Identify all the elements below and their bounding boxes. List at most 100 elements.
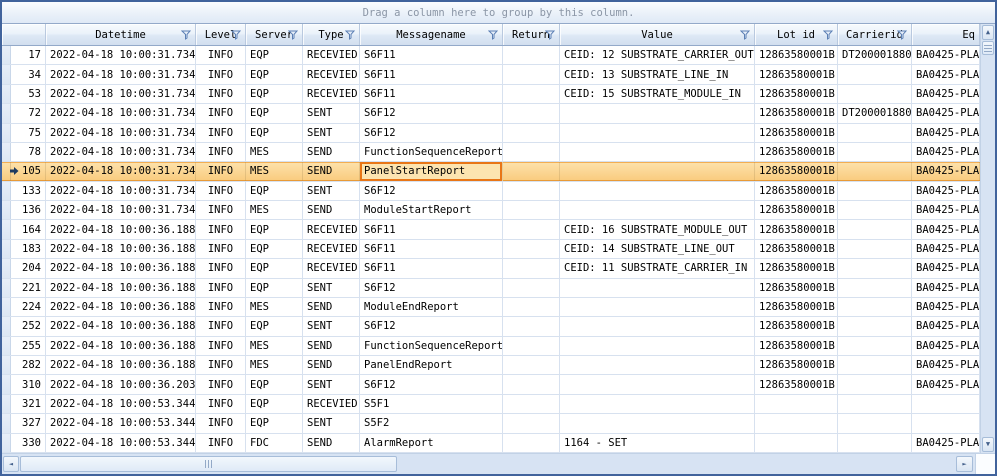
cell-type[interactable]: SENT: [303, 414, 360, 432]
cell-type[interactable]: SEND: [303, 201, 360, 219]
cell-return[interactable]: [503, 298, 560, 316]
cell-server[interactable]: MES: [246, 337, 303, 355]
cell-server[interactable]: MES: [246, 162, 303, 180]
cell-type[interactable]: SEND: [303, 162, 360, 180]
grid-row[interactable]: 1332022-04-18 10:00:31.734INFOEQPSENTS6F…: [2, 182, 980, 201]
cell-datetime[interactable]: 2022-04-18 10:00:36.188: [46, 259, 196, 277]
scroll-up-button[interactable]: ▲: [982, 25, 994, 40]
cell-value[interactable]: [560, 182, 755, 200]
cell-eq[interactable]: BA0425-PLA: [912, 104, 980, 122]
grid-row[interactable]: 722022-04-18 10:00:31.734INFOEQPSENTS6F1…: [2, 104, 980, 123]
cell-datetime[interactable]: 2022-04-18 10:00:31.734: [46, 143, 196, 161]
cell-level[interactable]: INFO: [196, 85, 246, 103]
cell-carrierid[interactable]: DT200001880: [838, 104, 912, 122]
cell-level[interactable]: INFO: [196, 337, 246, 355]
cell-return[interactable]: [503, 375, 560, 393]
cell-type[interactable]: SENT: [303, 317, 360, 335]
filter-icon[interactable]: [740, 30, 751, 40]
cell-datetime[interactable]: 2022-04-18 10:00:31.734: [46, 85, 196, 103]
cell-value[interactable]: CEID: 12 SUBSTRATE_CARRIER_OUT: [560, 46, 755, 64]
cell-carrierid[interactable]: [838, 375, 912, 393]
cell-messagename[interactable]: AlarmReport: [360, 434, 503, 452]
cell-server[interactable]: EQP: [246, 104, 303, 122]
cell-type[interactable]: SEND: [303, 356, 360, 374]
cell-return[interactable]: [503, 201, 560, 219]
cell-level[interactable]: INFO: [196, 124, 246, 142]
cell-type[interactable]: SENT: [303, 375, 360, 393]
cell-messagename[interactable]: S6F11: [360, 220, 503, 238]
grid-row[interactable]: 2042022-04-18 10:00:36.188INFOEQPRECEVIE…: [2, 259, 980, 278]
vertical-scrollbar-thumb[interactable]: [982, 41, 994, 55]
cell-messagename[interactable]: FunctionSequenceReport: [360, 143, 503, 161]
cell-messagename[interactable]: S6F12: [360, 317, 503, 335]
cell-type[interactable]: SEND: [303, 298, 360, 316]
cell-value[interactable]: [560, 298, 755, 316]
cell-return[interactable]: [503, 162, 560, 180]
cell-messagename[interactable]: S5F2: [360, 414, 503, 432]
cell-server[interactable]: EQP: [246, 279, 303, 297]
cell-lotid[interactable]: 12863580001B: [755, 46, 838, 64]
cell-datetime[interactable]: 2022-04-18 10:00:36.203: [46, 375, 196, 393]
header-cell-lotid[interactable]: Lot id: [755, 24, 838, 45]
cell-messagename[interactable]: PanelEndReport: [360, 356, 503, 374]
grid-row[interactable]: 1832022-04-18 10:00:36.188INFOEQPRECEVIE…: [2, 240, 980, 259]
cell-datetime[interactable]: 2022-04-18 10:00:53.344: [46, 395, 196, 413]
cell-return[interactable]: [503, 65, 560, 83]
cell-type[interactable]: RECEVIED: [303, 85, 360, 103]
cell-level[interactable]: INFO: [196, 317, 246, 335]
cell-return[interactable]: [503, 104, 560, 122]
cell-server[interactable]: EQP: [246, 85, 303, 103]
vertical-scrollbar[interactable]: ▲ ▼: [980, 24, 995, 453]
cell-server[interactable]: EQP: [246, 259, 303, 277]
cell-messagename[interactable]: PanelStartReport: [360, 162, 503, 180]
header-cell-type[interactable]: Type: [303, 24, 360, 45]
cell-messagename[interactable]: ModuleEndReport: [360, 298, 503, 316]
horizontal-scrollbar[interactable]: ◄ ►: [2, 453, 995, 474]
cell-server[interactable]: EQP: [246, 124, 303, 142]
cell-lotid[interactable]: [755, 395, 838, 413]
cell-messagename[interactable]: S6F12: [360, 375, 503, 393]
cell-server[interactable]: MES: [246, 356, 303, 374]
cell-eq[interactable]: BA0425-PLA: [912, 337, 980, 355]
header-cell-value[interactable]: Value: [560, 24, 755, 45]
cell-server[interactable]: MES: [246, 298, 303, 316]
cell-messagename[interactable]: S6F11: [360, 259, 503, 277]
cell-datetime[interactable]: 2022-04-18 10:00:36.188: [46, 356, 196, 374]
cell-datetime[interactable]: 2022-04-18 10:00:31.734: [46, 162, 196, 180]
cell-lotid[interactable]: 12863580001B: [755, 259, 838, 277]
grid-row[interactable]: 172022-04-18 10:00:31.734INFOEQPRECEVIED…: [2, 46, 980, 65]
grid-row[interactable]: 2822022-04-18 10:00:36.188INFOMESSENDPan…: [2, 356, 980, 375]
cell-level[interactable]: INFO: [196, 162, 246, 180]
filter-icon[interactable]: [823, 30, 834, 40]
grid-row[interactable]: 342022-04-18 10:00:31.734INFOEQPRECEVIED…: [2, 65, 980, 84]
cell-value[interactable]: [560, 356, 755, 374]
cell-type[interactable]: RECEVIED: [303, 240, 360, 258]
cell-server[interactable]: EQP: [246, 395, 303, 413]
scroll-left-button[interactable]: ◄: [3, 456, 19, 472]
header-cell-datetime[interactable]: Datetime: [46, 24, 196, 45]
cell-eq[interactable]: BA0425-PLA: [912, 375, 980, 393]
cell-lotid[interactable]: 12863580001B: [755, 356, 838, 374]
cell-datetime[interactable]: 2022-04-18 10:00:36.188: [46, 220, 196, 238]
cell-lotid[interactable]: 12863580001B: [755, 182, 838, 200]
cell-return[interactable]: [503, 182, 560, 200]
cell-datetime[interactable]: 2022-04-18 10:00:31.734: [46, 46, 196, 64]
grid-row[interactable]: 3272022-04-18 10:00:53.344INFOEQPSENTS5F…: [2, 414, 980, 433]
cell-eq[interactable]: BA0425-PLA: [912, 124, 980, 142]
cell-server[interactable]: EQP: [246, 65, 303, 83]
cell-value[interactable]: [560, 317, 755, 335]
cell-carrierid[interactable]: [838, 201, 912, 219]
cell-server[interactable]: EQP: [246, 182, 303, 200]
filter-icon[interactable]: [545, 30, 556, 40]
cell-level[interactable]: INFO: [196, 298, 246, 316]
cell-eq[interactable]: BA0425-PLA: [912, 162, 980, 180]
cell-carrierid[interactable]: [838, 182, 912, 200]
cell-datetime[interactable]: 2022-04-18 10:00:31.734: [46, 182, 196, 200]
cell-type[interactable]: SENT: [303, 182, 360, 200]
cell-server[interactable]: FDC: [246, 434, 303, 452]
cell-eq[interactable]: BA0425-PLA: [912, 85, 980, 103]
cell-value[interactable]: [560, 414, 755, 432]
cell-return[interactable]: [503, 414, 560, 432]
cell-value[interactable]: [560, 162, 755, 180]
cell-carrierid[interactable]: [838, 434, 912, 452]
